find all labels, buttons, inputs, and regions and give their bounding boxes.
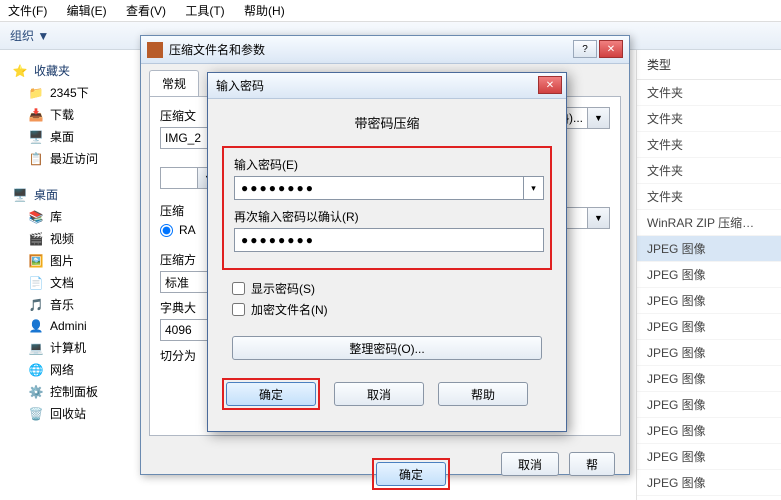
dlg1-help-button[interactable]: 帮 — [569, 452, 615, 476]
password-dialog-titlebar[interactable]: 输入密码 ✕ — [208, 73, 566, 99]
password-dialog: 输入密码 ✕ 带密码压缩 输入密码(E) ●●●●●●●● ▾ 再次输入密码以确… — [207, 72, 567, 432]
favorites-header[interactable]: ⭐ 收藏夹 — [4, 56, 146, 81]
recent-icon: 📋 — [28, 151, 44, 167]
recycle-icon: 🗑️ — [28, 406, 44, 422]
highlight-box: 确定 — [372, 458, 450, 490]
organize-button[interactable]: 组织 ▼ — [10, 27, 49, 44]
type-cell[interactable]: JPEG 图像 — [637, 444, 781, 470]
menubar: 文件(F) 编辑(E) 查看(V) 工具(T) 帮助(H) — [0, 0, 781, 22]
user-icon: 👤 — [28, 318, 44, 334]
archive-dialog-title: 压缩文件名和参数 — [169, 41, 265, 58]
chevron-down-icon: ▾ — [523, 177, 543, 199]
document-icon: 📄 — [28, 275, 44, 291]
password-heading: 带密码压缩 — [222, 113, 552, 132]
sidebar-item-music[interactable]: 🎵音乐 — [4, 294, 146, 315]
menu-help[interactable]: 帮助(H) — [244, 4, 285, 18]
sidebar-item-documents[interactable]: 📄文档 — [4, 272, 146, 293]
sidebar-item-2345[interactable]: 📁2345下 — [4, 82, 146, 103]
update-combo[interactable]: ▼ — [560, 207, 610, 229]
help-button[interactable]: ? — [573, 40, 597, 58]
type-cell[interactable]: JPEG 图像 — [637, 262, 781, 288]
menu-tools[interactable]: 工具(T) — [185, 4, 224, 18]
type-cell[interactable]: JPEG 图像 — [637, 288, 781, 314]
sidebar-item-recent[interactable]: 📋最近访问 — [4, 148, 146, 169]
network-icon: 🌐 — [28, 362, 44, 378]
password-confirm-label: 再次输入密码以确认(R) — [234, 208, 540, 225]
type-cell[interactable]: 文件夹 — [637, 80, 781, 106]
type-column: 类型 文件夹文件夹文件夹文件夹文件夹WinRAR ZIP 压缩…JPEG 图像J… — [636, 50, 781, 500]
organize-passwords-button[interactable]: 整理密码(O)... — [232, 336, 542, 360]
folder-icon: 📁 — [28, 85, 44, 101]
tab-general[interactable]: 常规 — [149, 70, 199, 96]
sidebar-item-recycle[interactable]: 🗑️回收站 — [4, 403, 146, 424]
close-button[interactable]: ✕ — [538, 76, 562, 94]
computer-icon: 💻 — [28, 340, 44, 356]
browse-combo[interactable]: })...▼ — [560, 107, 610, 129]
video-icon: 🎬 — [28, 231, 44, 247]
type-cell[interactable]: 文件夹 — [637, 184, 781, 210]
dlg2-help-button[interactable]: 帮助 — [438, 382, 528, 406]
sidebar-item-control-panel[interactable]: ⚙️控制面板 — [4, 381, 146, 402]
sidebar-item-videos[interactable]: 🎬视频 — [4, 228, 146, 249]
sidebar-item-downloads[interactable]: 📥下载 — [4, 104, 146, 125]
winrar-icon — [147, 42, 163, 58]
type-cell[interactable]: JPEG 图像 — [637, 314, 781, 340]
chevron-down-icon: ▼ — [587, 208, 609, 228]
format-rar-radio[interactable] — [160, 224, 173, 237]
menu-view[interactable]: 查看(V) — [126, 4, 166, 18]
highlight-box: 输入密码(E) ●●●●●●●● ▾ 再次输入密码以确认(R) ●●●●●●●● — [222, 146, 552, 270]
star-icon: ⭐ — [12, 63, 28, 79]
desktop-header[interactable]: 🖥️ 桌面 — [4, 180, 146, 205]
menu-edit[interactable]: 编辑(E) — [67, 4, 107, 18]
desktop-icon: 🖥️ — [28, 129, 44, 145]
type-cell[interactable]: JPEG 图像 — [637, 470, 781, 496]
password-dialog-title: 输入密码 — [216, 77, 264, 94]
dlg2-ok-button[interactable]: 确定 — [226, 382, 316, 406]
sidebar-item-libraries[interactable]: 📚库 — [4, 206, 146, 227]
encrypt-names-checkbox[interactable]: 加密文件名(N) — [232, 301, 552, 318]
dlg2-cancel-button[interactable]: 取消 — [334, 382, 424, 406]
chevron-down-icon: ▼ — [587, 108, 609, 128]
type-cell[interactable]: JPEG 图像 — [637, 340, 781, 366]
type-cell[interactable]: JPEG 图像 — [637, 236, 781, 262]
password-confirm-input[interactable]: ●●●●●●●● — [234, 228, 544, 252]
dlg1-ok-button[interactable]: 确定 — [376, 462, 446, 486]
password-input[interactable]: ●●●●●●●● ▾ — [234, 176, 544, 200]
type-column-header[interactable]: 类型 — [637, 50, 781, 80]
menu-file[interactable]: 文件(F) — [8, 4, 47, 18]
type-cell[interactable]: JPEG 图像 — [637, 418, 781, 444]
sidebar-item-network[interactable]: 🌐网络 — [4, 359, 146, 380]
type-cell[interactable]: WinRAR ZIP 压缩… — [637, 210, 781, 236]
sidebar: ⭐ 收藏夹 📁2345下 📥下载 🖥️桌面 📋最近访问 🖥️ 桌面 📚库 🎬视频… — [0, 50, 150, 500]
dlg1-cancel-button[interactable]: 取消 — [501, 452, 559, 476]
download-icon: 📥 — [28, 107, 44, 123]
close-button[interactable]: ✕ — [599, 40, 623, 58]
desktop-icon: 🖥️ — [12, 187, 28, 203]
music-icon: 🎵 — [28, 297, 44, 313]
control-panel-icon: ⚙️ — [28, 384, 44, 400]
type-cell[interactable]: JPEG 图像 — [637, 366, 781, 392]
highlight-box: 确定 — [222, 378, 320, 410]
sidebar-item-desktop[interactable]: 🖥️桌面 — [4, 126, 146, 147]
sidebar-item-admin[interactable]: 👤Admini — [4, 316, 146, 336]
password-label: 输入密码(E) — [234, 156, 540, 173]
archive-dialog-titlebar[interactable]: 压缩文件名和参数 ? ✕ — [141, 36, 629, 64]
type-cell[interactable]: 文件夹 — [637, 158, 781, 184]
sidebar-item-computer[interactable]: 💻计算机 — [4, 337, 146, 358]
library-icon: 📚 — [28, 209, 44, 225]
show-password-checkbox[interactable]: 显示密码(S) — [232, 280, 552, 297]
picture-icon: 🖼️ — [28, 253, 44, 269]
sidebar-item-pictures[interactable]: 🖼️图片 — [4, 250, 146, 271]
type-cell[interactable]: 文件夹 — [637, 106, 781, 132]
type-cell[interactable]: JPEG 图像 — [637, 392, 781, 418]
type-cell[interactable]: 文件夹 — [637, 132, 781, 158]
